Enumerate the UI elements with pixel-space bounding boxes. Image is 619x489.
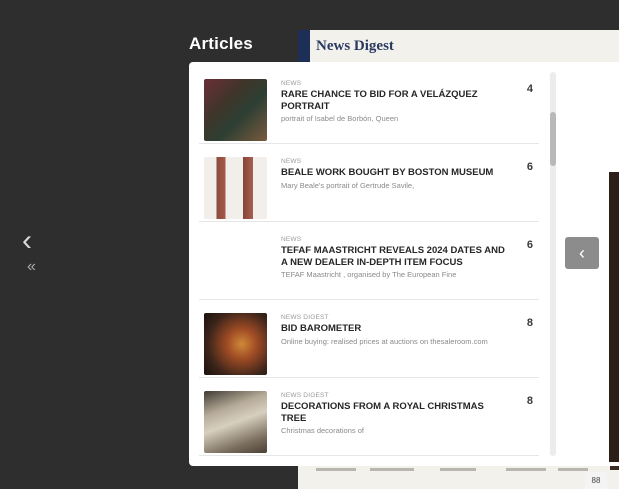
- article-kicker: NEWS DIGEST: [281, 314, 329, 321]
- article-summary: Christmas decorations of: [281, 426, 364, 435]
- article-thumbnail: [204, 79, 267, 141]
- article-text: NEWS DIGEST DECORATIONS FROM A ROYAL CHR…: [281, 392, 509, 436]
- divider: [199, 221, 539, 222]
- articles-list[interactable]: NEWS RARE CHANCE TO BID FOR A VELÁZQUEZ …: [199, 74, 539, 462]
- article-page-number: 8: [526, 395, 533, 407]
- article-kicker: NEWS: [281, 80, 302, 87]
- article-thumbnail: [204, 157, 267, 219]
- article-headline: RARE CHANCE TO BID FOR A VELÁZQUEZ PORTR…: [281, 89, 478, 112]
- page-preview-image: [609, 172, 619, 462]
- article-summary: Mary Beale's portrait of Gertrude Savile…: [281, 180, 415, 190]
- article-kicker: NEWS: [281, 158, 302, 165]
- article-headline: DECORATIONS FROM A ROYAL CHRISTMAS TREE: [281, 401, 484, 424]
- article-text: NEWS TEFAF MAASTRICHT REVEALS 2024 DATES…: [281, 236, 509, 280]
- article-item[interactable]: NEWS TEFAF MAASTRICHT REVEALS 2024 DATES…: [199, 230, 539, 300]
- scrollbar-thumb[interactable]: [550, 112, 556, 166]
- previous-page-icon[interactable]: ‹: [22, 226, 42, 256]
- reader-screen: News Digest ‹ « Articles NEWS RARE CHANC…: [0, 0, 619, 489]
- article-kicker: NEWS: [281, 236, 302, 243]
- masthead-bar: [298, 30, 310, 64]
- article-headline: BEALE WORK BOUGHT BY BOSTON MUSEUM: [281, 167, 494, 178]
- article-text: NEWS RARE CHANCE TO BID FOR A VELÁZQUEZ …: [281, 80, 509, 124]
- masthead: News Digest: [298, 30, 619, 65]
- article-item[interactable]: NEWS DIGEST DECORATIONS FROM A ROYAL CHR…: [199, 386, 539, 456]
- article-summary: portrait of Isabel de Borbón, Queen: [281, 114, 399, 123]
- chevron-left-icon: ‹: [579, 243, 585, 263]
- first-page-icon[interactable]: «: [27, 258, 36, 276]
- article-page-number: 6: [526, 239, 533, 251]
- articles-scrollbar[interactable]: [550, 72, 556, 456]
- article-item[interactable]: NEWS BEALE WORK BOUGHT BY BOSTON MUSEUM …: [199, 152, 539, 222]
- divider: [199, 455, 539, 456]
- grid-view-icon[interactable]: 88: [585, 472, 607, 489]
- back-button[interactable]: ‹: [565, 237, 599, 269]
- article-text: NEWS DIGEST BID BAROMETER Online buying:…: [281, 314, 509, 346]
- article-summary: Online buying: realised prices at auctio…: [281, 336, 488, 346]
- article-item[interactable]: NEWS RARE CHANCE TO BID FOR A VELÁZQUEZ …: [199, 74, 539, 144]
- articles-panel: NEWS RARE CHANCE TO BID FOR A VELÁZQUEZ …: [189, 62, 619, 466]
- article-kicker: NEWS DIGEST: [281, 392, 329, 399]
- article-item[interactable]: NEWS DIGEST BID BAROMETER Online buying:…: [199, 308, 539, 378]
- article-thumbnail: [204, 313, 267, 375]
- articles-panel-title: Articles: [189, 34, 253, 53]
- article-text: NEWS BEALE WORK BOUGHT BY BOSTON MUSEUM …: [281, 158, 509, 190]
- article-thumbnail: [204, 391, 267, 453]
- divider: [199, 377, 539, 378]
- divider: [199, 143, 539, 144]
- article-page-number: 6: [526, 161, 533, 173]
- masthead-title: News Digest: [316, 38, 394, 54]
- article-headline: TEFAF MAASTRICHT REVEALS 2024 DATES AND …: [281, 245, 505, 268]
- article-summary: TEFAF Maastricht , organised by The Euro…: [281, 270, 457, 279]
- article-headline: BID BAROMETER: [281, 323, 362, 334]
- article-page-number: 8: [526, 317, 533, 329]
- article-page-number: 4: [526, 83, 533, 95]
- divider: [199, 299, 539, 300]
